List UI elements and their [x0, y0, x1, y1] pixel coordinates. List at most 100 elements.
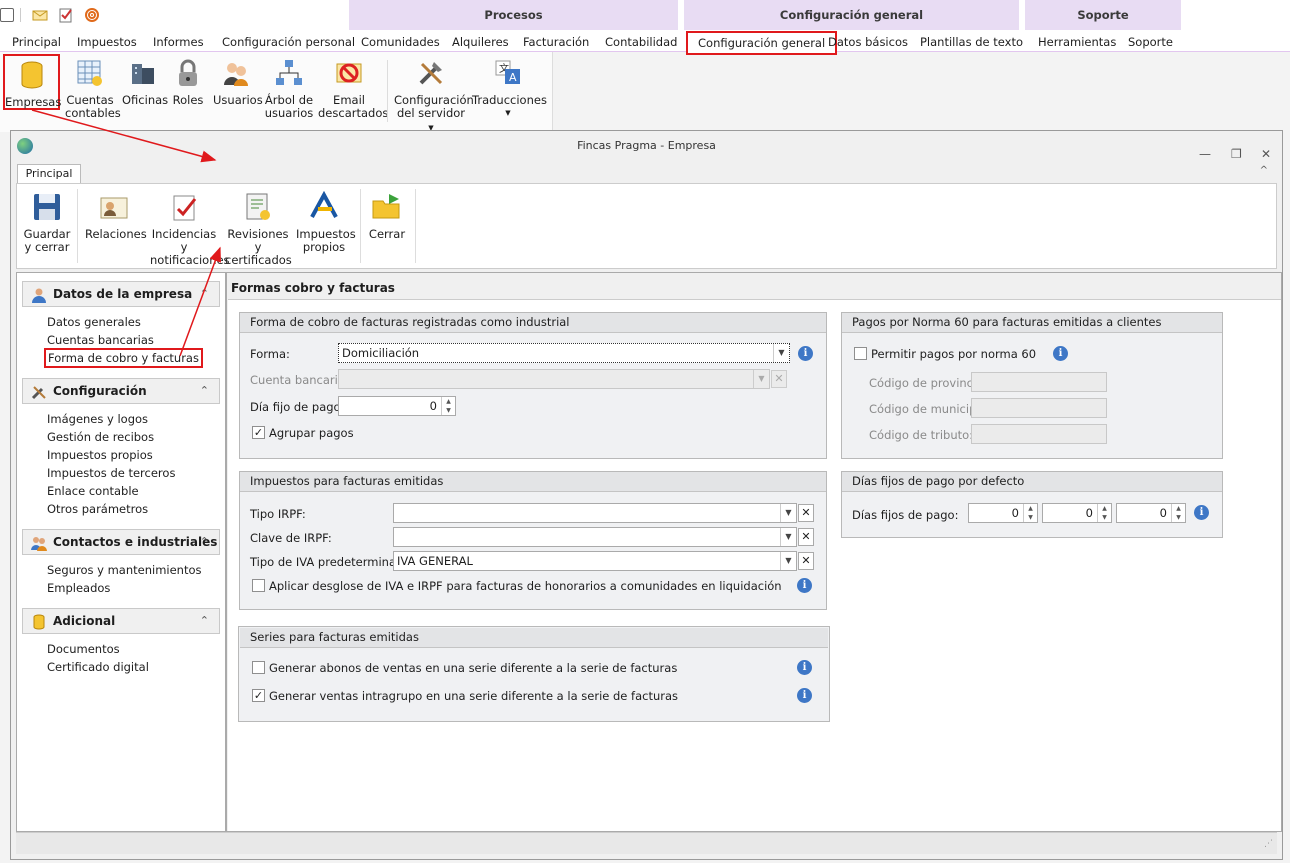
database-icon: [31, 614, 47, 630]
section-configuracion[interactable]: Configuración ⌃: [22, 378, 220, 404]
clear-icon[interactable]: ✕: [798, 504, 814, 522]
ribbon-arbol-usuarios-button[interactable]: Árbol de usuarios: [264, 58, 314, 120]
desglose-checkbox[interactable]: [252, 579, 265, 592]
sidebar-item-empleados[interactable]: Empleados: [47, 581, 110, 595]
menu-impuestos[interactable]: Impuestos: [77, 35, 137, 49]
sidebar-item-enlace-contable[interactable]: Enlace contable: [47, 484, 139, 498]
info-icon[interactable]: i: [1053, 346, 1068, 361]
menu-configuracion-personal[interactable]: Configuración personal: [222, 35, 355, 49]
clear-icon[interactable]: ✕: [798, 528, 814, 546]
chevron-up-icon[interactable]: ⌃: [200, 530, 209, 554]
menu-comunidades[interactable]: Comunidades: [361, 35, 440, 49]
tributo-input[interactable]: [971, 424, 1107, 444]
municipio-input[interactable]: [971, 398, 1107, 418]
mail-icon[interactable]: [32, 7, 48, 23]
dropdown-arrow-icon[interactable]: ▼: [780, 528, 796, 546]
info-icon[interactable]: i: [798, 346, 813, 361]
agrupar-pagos-checkbox[interactable]: ✓: [252, 426, 265, 439]
menu-configuracion-general[interactable]: Configuración general: [686, 31, 838, 55]
tipo-iva-select[interactable]: IVA GENERAL ▼ ✕: [393, 551, 814, 571]
tipo-irpf-select[interactable]: ▼ ✕: [393, 503, 814, 523]
ribbon-usuarios-button[interactable]: Usuarios: [213, 58, 263, 107]
sidebar-item-cuentas-bancarias[interactable]: Cuentas bancarias: [47, 333, 154, 347]
ribbon-roles-button[interactable]: Roles: [172, 58, 204, 107]
blocked-mail-icon: [334, 58, 364, 88]
menu-principal[interactable]: Principal: [12, 35, 61, 49]
sidebar-item-certificado-digital[interactable]: Certificado digital: [47, 660, 149, 674]
tipo-irpf-label: Tipo IRPF:: [250, 507, 306, 521]
forma-select[interactable]: Domiciliación ▼: [338, 343, 790, 363]
clear-icon[interactable]: ✕: [798, 552, 814, 570]
cuenta-bancaria-select[interactable]: ▼ ✕: [338, 369, 787, 389]
info-icon[interactable]: i: [797, 688, 812, 703]
app-icon[interactable]: [0, 8, 14, 22]
resize-grip-icon[interactable]: ⋰: [1264, 839, 1273, 849]
chevron-up-icon[interactable]: ⌃: [200, 609, 209, 633]
ribbon-traducciones-button[interactable]: 文A Traducciones ▼: [472, 58, 547, 120]
menu-facturacion[interactable]: Facturación: [523, 35, 589, 49]
permitir-norma60-checkbox[interactable]: [854, 347, 867, 360]
cerrar-button[interactable]: Cerrar: [367, 191, 407, 241]
info-icon[interactable]: i: [797, 660, 812, 675]
menu-soporte[interactable]: Soporte: [1128, 35, 1173, 49]
sidebar-item-imagenes-logos[interactable]: Imágenes y logos: [47, 412, 148, 426]
impuestos-propios-button[interactable]: Impuestos propios: [296, 190, 356, 254]
dia-fijo-3-spinner[interactable]: 0 ▲ ▼: [1116, 503, 1186, 523]
spin-arrows-icon[interactable]: ▲ ▼: [1023, 504, 1037, 522]
feed-icon[interactable]: [84, 7, 100, 23]
sidebar-item-forma-cobro[interactable]: Forma de cobro y facturas: [44, 348, 203, 368]
ribbon-configuracion-servidor-button[interactable]: Configuración del servidor ▼: [394, 58, 474, 135]
chevron-up-icon[interactable]: ⌃: [200, 379, 209, 403]
section-datos-empresa[interactable]: Datos de la empresa ⌃: [22, 281, 220, 307]
revisiones-certificados-button[interactable]: Revisiones y certificados: [225, 191, 292, 267]
relaciones-button[interactable]: Relaciones: [85, 191, 147, 241]
menu-alquileres[interactable]: Alquileres: [452, 35, 509, 49]
ribbon-cuentas-contables-button[interactable]: Cuentas contables: [65, 58, 121, 120]
sidebar-item-impuestos-terceros[interactable]: Impuestos de terceros: [47, 466, 175, 480]
sidebar-item-datos-generales[interactable]: Datos generales: [47, 315, 141, 329]
spin-arrows-icon[interactable]: ▲ ▼: [441, 397, 455, 415]
sidebar-item-documentos[interactable]: Documentos: [47, 642, 120, 656]
menu-plantillas-de-texto[interactable]: Plantillas de texto: [920, 35, 1023, 49]
section-adicional[interactable]: Adicional ⌃: [22, 608, 220, 634]
forma-value: Domiciliación: [342, 346, 420, 360]
intragrupo-checkbox[interactable]: ✓: [252, 689, 265, 702]
menu-datos-basicos[interactable]: Datos básicos: [828, 35, 908, 49]
sidebar-item-impuestos-propios[interactable]: Impuestos propios: [47, 448, 153, 462]
ribbon-oficinas-button[interactable]: Oficinas: [122, 58, 168, 107]
provincia-input[interactable]: [971, 372, 1107, 392]
abonos-label: Generar abonos de ventas en una serie di…: [269, 661, 678, 675]
button-label: Incidencias y notificaciones: [150, 227, 230, 267]
section-contactos[interactable]: Contactos e industriales ⌃: [22, 529, 220, 555]
incidencias-notificaciones-button[interactable]: Incidencias y notificaciones: [150, 191, 230, 267]
tasks-icon[interactable]: [58, 7, 74, 23]
sidebar-item-seguros[interactable]: Seguros y mantenimientos: [47, 563, 202, 577]
dropdown-arrow-icon[interactable]: ▼: [773, 344, 789, 362]
sidebar-item-gestion-recibos[interactable]: Gestión de recibos: [47, 430, 154, 444]
menu-contabilidad[interactable]: Contabilidad: [605, 35, 677, 49]
collapse-ribbon-icon[interactable]: ^: [1260, 165, 1268, 176]
dropdown-arrow-icon[interactable]: ▼: [780, 504, 796, 522]
menu-informes[interactable]: Informes: [153, 35, 204, 49]
clave-irpf-select[interactable]: ▼ ✕: [393, 527, 814, 547]
dia-fijo-2-spinner[interactable]: 0 ▲ ▼: [1042, 503, 1112, 523]
sidebar-item-otros-parametros[interactable]: Otros parámetros: [47, 502, 148, 516]
ribbon-separator: [415, 189, 416, 263]
spin-arrows-icon[interactable]: ▲ ▼: [1171, 504, 1185, 522]
checklist-icon: [168, 191, 200, 223]
abonos-checkbox[interactable]: [252, 661, 265, 674]
guardar-cerrar-button[interactable]: Guardar y cerrar: [23, 191, 71, 254]
ribbon-empresas-button[interactable]: Empresas: [3, 54, 61, 110]
tab-principal[interactable]: Principal: [17, 164, 81, 184]
info-icon[interactable]: i: [797, 578, 812, 593]
dia-fijo-spinner[interactable]: 0 ▲ ▼: [338, 396, 456, 416]
chevron-up-icon[interactable]: ⌃: [200, 282, 209, 306]
menu-herramientas[interactable]: Herramientas: [1038, 35, 1116, 49]
menu-bar: Principal Impuestos Informes Configuraci…: [0, 30, 1290, 55]
group-norma60: Pagos por Norma 60 para facturas emitida…: [841, 312, 1223, 459]
spin-arrows-icon[interactable]: ▲ ▼: [1097, 504, 1111, 522]
dia-fijo-1-spinner[interactable]: 0 ▲ ▼: [968, 503, 1038, 523]
dropdown-arrow-icon[interactable]: ▼: [780, 552, 796, 570]
info-icon[interactable]: i: [1194, 505, 1209, 520]
ribbon-email-descartados-button[interactable]: Email descartados: [318, 58, 388, 120]
